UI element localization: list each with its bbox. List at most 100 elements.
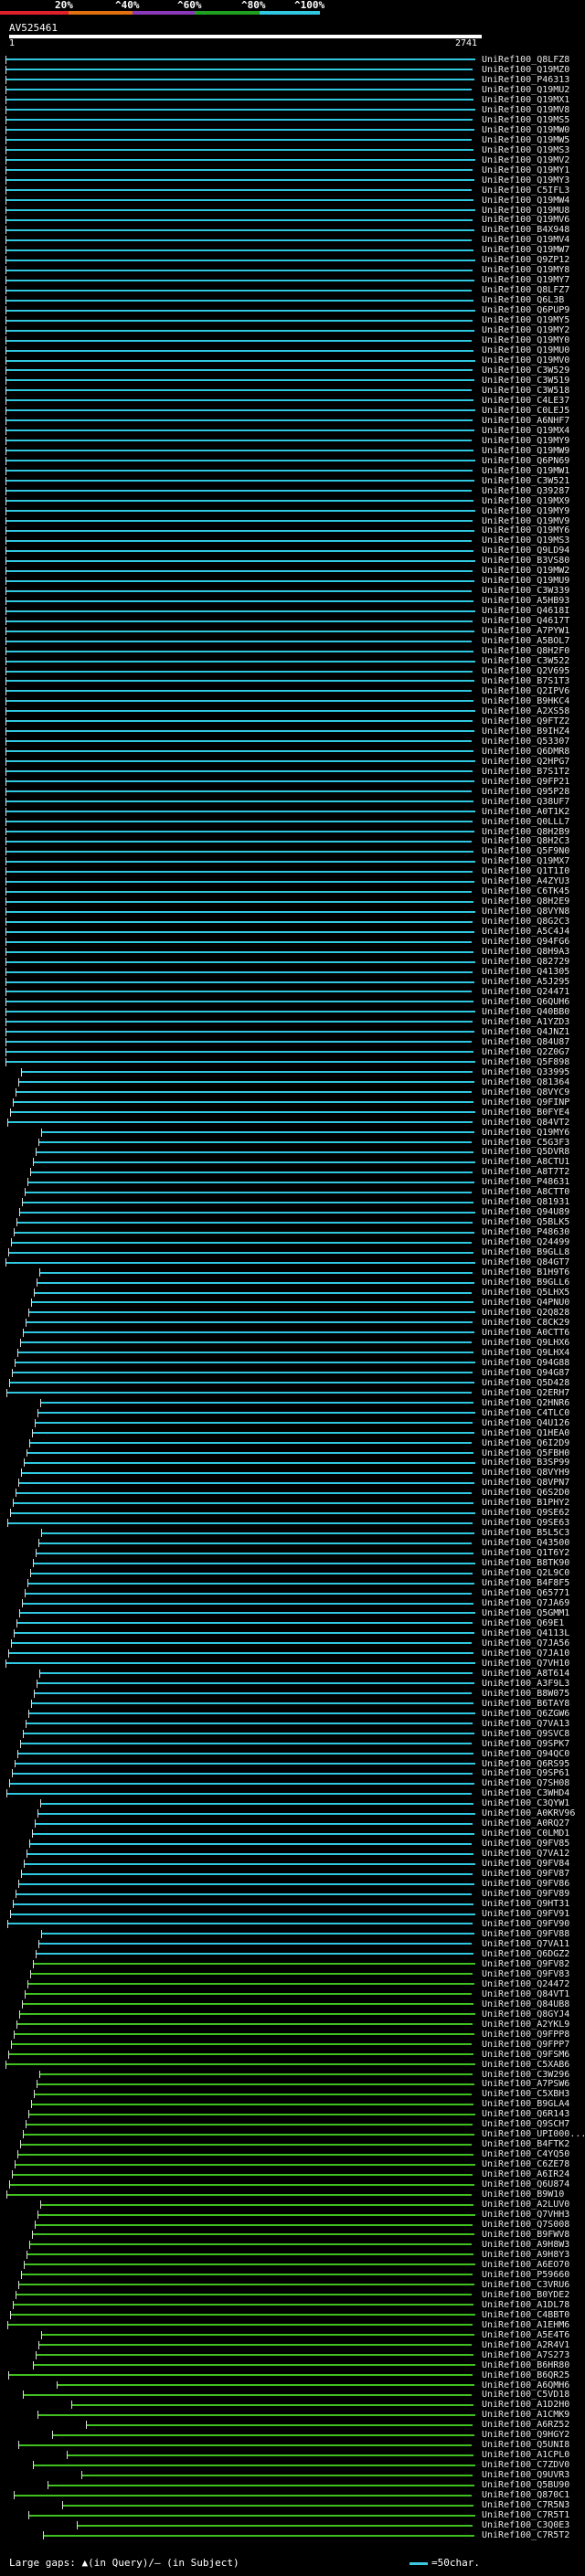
hit-alignment-line[interactable] (27, 1452, 473, 1454)
hit-label-link[interactable]: UniRef100_C3W522 (482, 656, 569, 666)
hit-label-link[interactable]: UniRef100_Q5BU90 (482, 2480, 569, 2490)
hit-label-link[interactable]: UniRef100_C3W519 (482, 376, 569, 386)
hit-alignment-line[interactable] (5, 409, 475, 412)
hit-alignment-line[interactable] (5, 119, 473, 122)
hit-label-link[interactable]: UniRef100_C5G3F3 (482, 1138, 569, 1148)
hit-alignment-line[interactable] (5, 228, 474, 231)
hit-label-link[interactable]: UniRef100_Q19MS3 (482, 145, 569, 155)
hit-label-link[interactable]: UniRef100_Q8H9A3 (482, 947, 569, 957)
hit-label-link[interactable]: UniRef100_Q84VT1 (482, 1989, 569, 1999)
hit-alignment-line[interactable] (21, 1872, 473, 1875)
hit-alignment-line[interactable] (5, 940, 472, 943)
hit-alignment-line[interactable] (5, 821, 473, 823)
hit-label-link[interactable]: UniRef100_A8CTT0 (482, 1187, 569, 1197)
hit-label-link[interactable]: UniRef100_Q6PUP9 (482, 305, 569, 315)
hit-label-link[interactable]: UniRef100_Q6R143 (482, 2109, 569, 2119)
hit-alignment-line[interactable] (5, 218, 473, 221)
hit-alignment-line[interactable] (5, 139, 472, 142)
hit-alignment-line[interactable] (5, 58, 475, 61)
hit-alignment-line[interactable] (30, 1572, 473, 1574)
hit-label-link[interactable]: UniRef100_Q19MW5 (482, 135, 569, 145)
hit-label-link[interactable]: UniRef100_A7PSW6 (482, 2079, 569, 2089)
hit-label-link[interactable]: UniRef100_Q81931 (482, 1197, 569, 1207)
hit-label-link[interactable]: UniRef100_Q2HPG7 (482, 757, 569, 767)
hit-alignment-line[interactable] (5, 640, 472, 642)
hit-alignment-line[interactable] (12, 1772, 473, 1775)
hit-alignment-line[interactable] (37, 2083, 474, 2085)
hit-alignment-line[interactable] (11, 1241, 472, 1244)
hit-alignment-line[interactable] (33, 2364, 475, 2367)
hit-alignment-line[interactable] (5, 279, 474, 281)
hit-alignment-line[interactable] (5, 199, 473, 202)
hit-label-link[interactable]: UniRef100_Q19MU0 (482, 345, 569, 355)
hit-label-link[interactable]: UniRef100_C4LE37 (482, 396, 569, 406)
hit-alignment-line[interactable] (8, 2053, 473, 2056)
hit-label-link[interactable]: UniRef100_Q39287 (482, 486, 569, 496)
hit-label-link[interactable]: UniRef100_A8CTU1 (482, 1157, 569, 1167)
hit-label-link[interactable]: UniRef100_A0CTT6 (482, 1328, 569, 1338)
hit-alignment-line[interactable] (5, 610, 475, 612)
hit-alignment-line[interactable] (5, 890, 472, 893)
hit-alignment-line[interactable] (7, 1923, 473, 1925)
hit-label-link[interactable]: UniRef100_B4F8F5 (482, 1578, 569, 1588)
hit-alignment-line[interactable] (5, 690, 472, 693)
hit-alignment-line[interactable] (18, 1081, 474, 1084)
hit-label-link[interactable]: UniRef100_B9GLL6 (482, 1277, 569, 1288)
hit-alignment-line[interactable] (5, 800, 473, 803)
hit-alignment-line[interactable] (5, 309, 475, 312)
hit-label-link[interactable]: UniRef100_C4TLC0 (482, 1408, 569, 1418)
hit-alignment-line[interactable] (5, 419, 473, 422)
hit-label-link[interactable]: UniRef100_A5J295 (482, 977, 569, 987)
hit-alignment-line[interactable] (5, 811, 475, 813)
hit-alignment-line[interactable] (18, 2443, 472, 2446)
hit-label-link[interactable]: UniRef100_Q9FPP7 (482, 2040, 569, 2050)
hit-alignment-line[interactable] (10, 2314, 475, 2316)
hit-alignment-line[interactable] (5, 960, 475, 963)
hit-alignment-line[interactable] (86, 2423, 473, 2426)
hit-alignment-line[interactable] (16, 2023, 473, 2026)
hit-alignment-line[interactable] (5, 831, 474, 832)
hit-label-link[interactable]: UniRef100_Q19MW7 (482, 245, 569, 255)
hit-alignment-line[interactable] (5, 109, 475, 111)
hit-label-link[interactable]: UniRef100_B6QR25 (482, 2370, 569, 2380)
hit-alignment-line[interactable] (5, 500, 473, 503)
hit-label-link[interactable]: UniRef100_C3W339 (482, 586, 569, 596)
hit-alignment-line[interactable] (5, 770, 473, 773)
hit-alignment-line[interactable] (41, 1933, 474, 1935)
hit-alignment-line[interactable] (5, 259, 475, 261)
hit-label-link[interactable]: UniRef100_Q19MU2 (482, 85, 569, 95)
hit-label-link[interactable]: UniRef100_Q95P28 (482, 787, 569, 797)
hit-alignment-line[interactable] (5, 440, 472, 442)
hit-alignment-line[interactable] (28, 2113, 475, 2115)
hit-label-link[interactable]: UniRef100_B6TAY8 (482, 1699, 569, 1709)
hit-label-link[interactable]: UniRef100_C0LMD1 (482, 1829, 569, 1839)
hit-label-link[interactable]: UniRef100_A1D2H0 (482, 2400, 569, 2410)
hit-label-link[interactable]: UniRef100_A6EO70 (482, 2260, 569, 2270)
hit-label-link[interactable]: UniRef100_Q9SCH7 (482, 2119, 569, 2129)
hit-label-link[interactable]: UniRef100_C3W296 (482, 2070, 569, 2080)
hit-alignment-line[interactable] (5, 169, 473, 172)
hit-alignment-line[interactable] (17, 1352, 473, 1354)
hit-label-link[interactable]: UniRef100_Q19MX7 (482, 856, 569, 866)
hit-label-link[interactable]: UniRef100_A2LUV0 (482, 2200, 569, 2210)
hit-label-link[interactable]: UniRef100_C6TK45 (482, 886, 569, 896)
hit-label-link[interactable]: UniRef100_Q19MY7 (482, 275, 569, 285)
hit-alignment-line[interactable] (5, 1051, 473, 1054)
hit-label-link[interactable]: UniRef100_Q19MV9 (482, 516, 569, 526)
hit-label-link[interactable]: UniRef100_A1CMK9 (482, 2410, 569, 2420)
hit-label-link[interactable]: UniRef100_Q2V695 (482, 666, 569, 676)
hit-label-link[interactable]: UniRef100_C3W518 (482, 386, 569, 396)
hit-label-link[interactable]: UniRef100_Q9SVC8 (482, 1729, 569, 1739)
hit-alignment-line[interactable] (27, 1852, 473, 1855)
hit-alignment-line[interactable] (5, 970, 473, 973)
hit-alignment-line[interactable] (31, 1702, 473, 1705)
hit-alignment-line[interactable] (52, 2433, 474, 2436)
hit-alignment-line[interactable] (5, 480, 474, 482)
hit-alignment-line[interactable] (10, 1913, 475, 1915)
hit-alignment-line[interactable] (13, 1101, 473, 1104)
hit-label-link[interactable]: UniRef100_Q84GT7 (482, 1257, 569, 1267)
hit-label-link[interactable]: UniRef100_Q9SE62 (482, 1508, 569, 1518)
hit-label-link[interactable]: UniRef100_Q6ZGW6 (482, 1709, 569, 1719)
hit-label-link[interactable]: UniRef100_Q19MY6 (482, 525, 569, 535)
hit-label-link[interactable]: UniRef100_Q8H2B9 (482, 827, 569, 837)
